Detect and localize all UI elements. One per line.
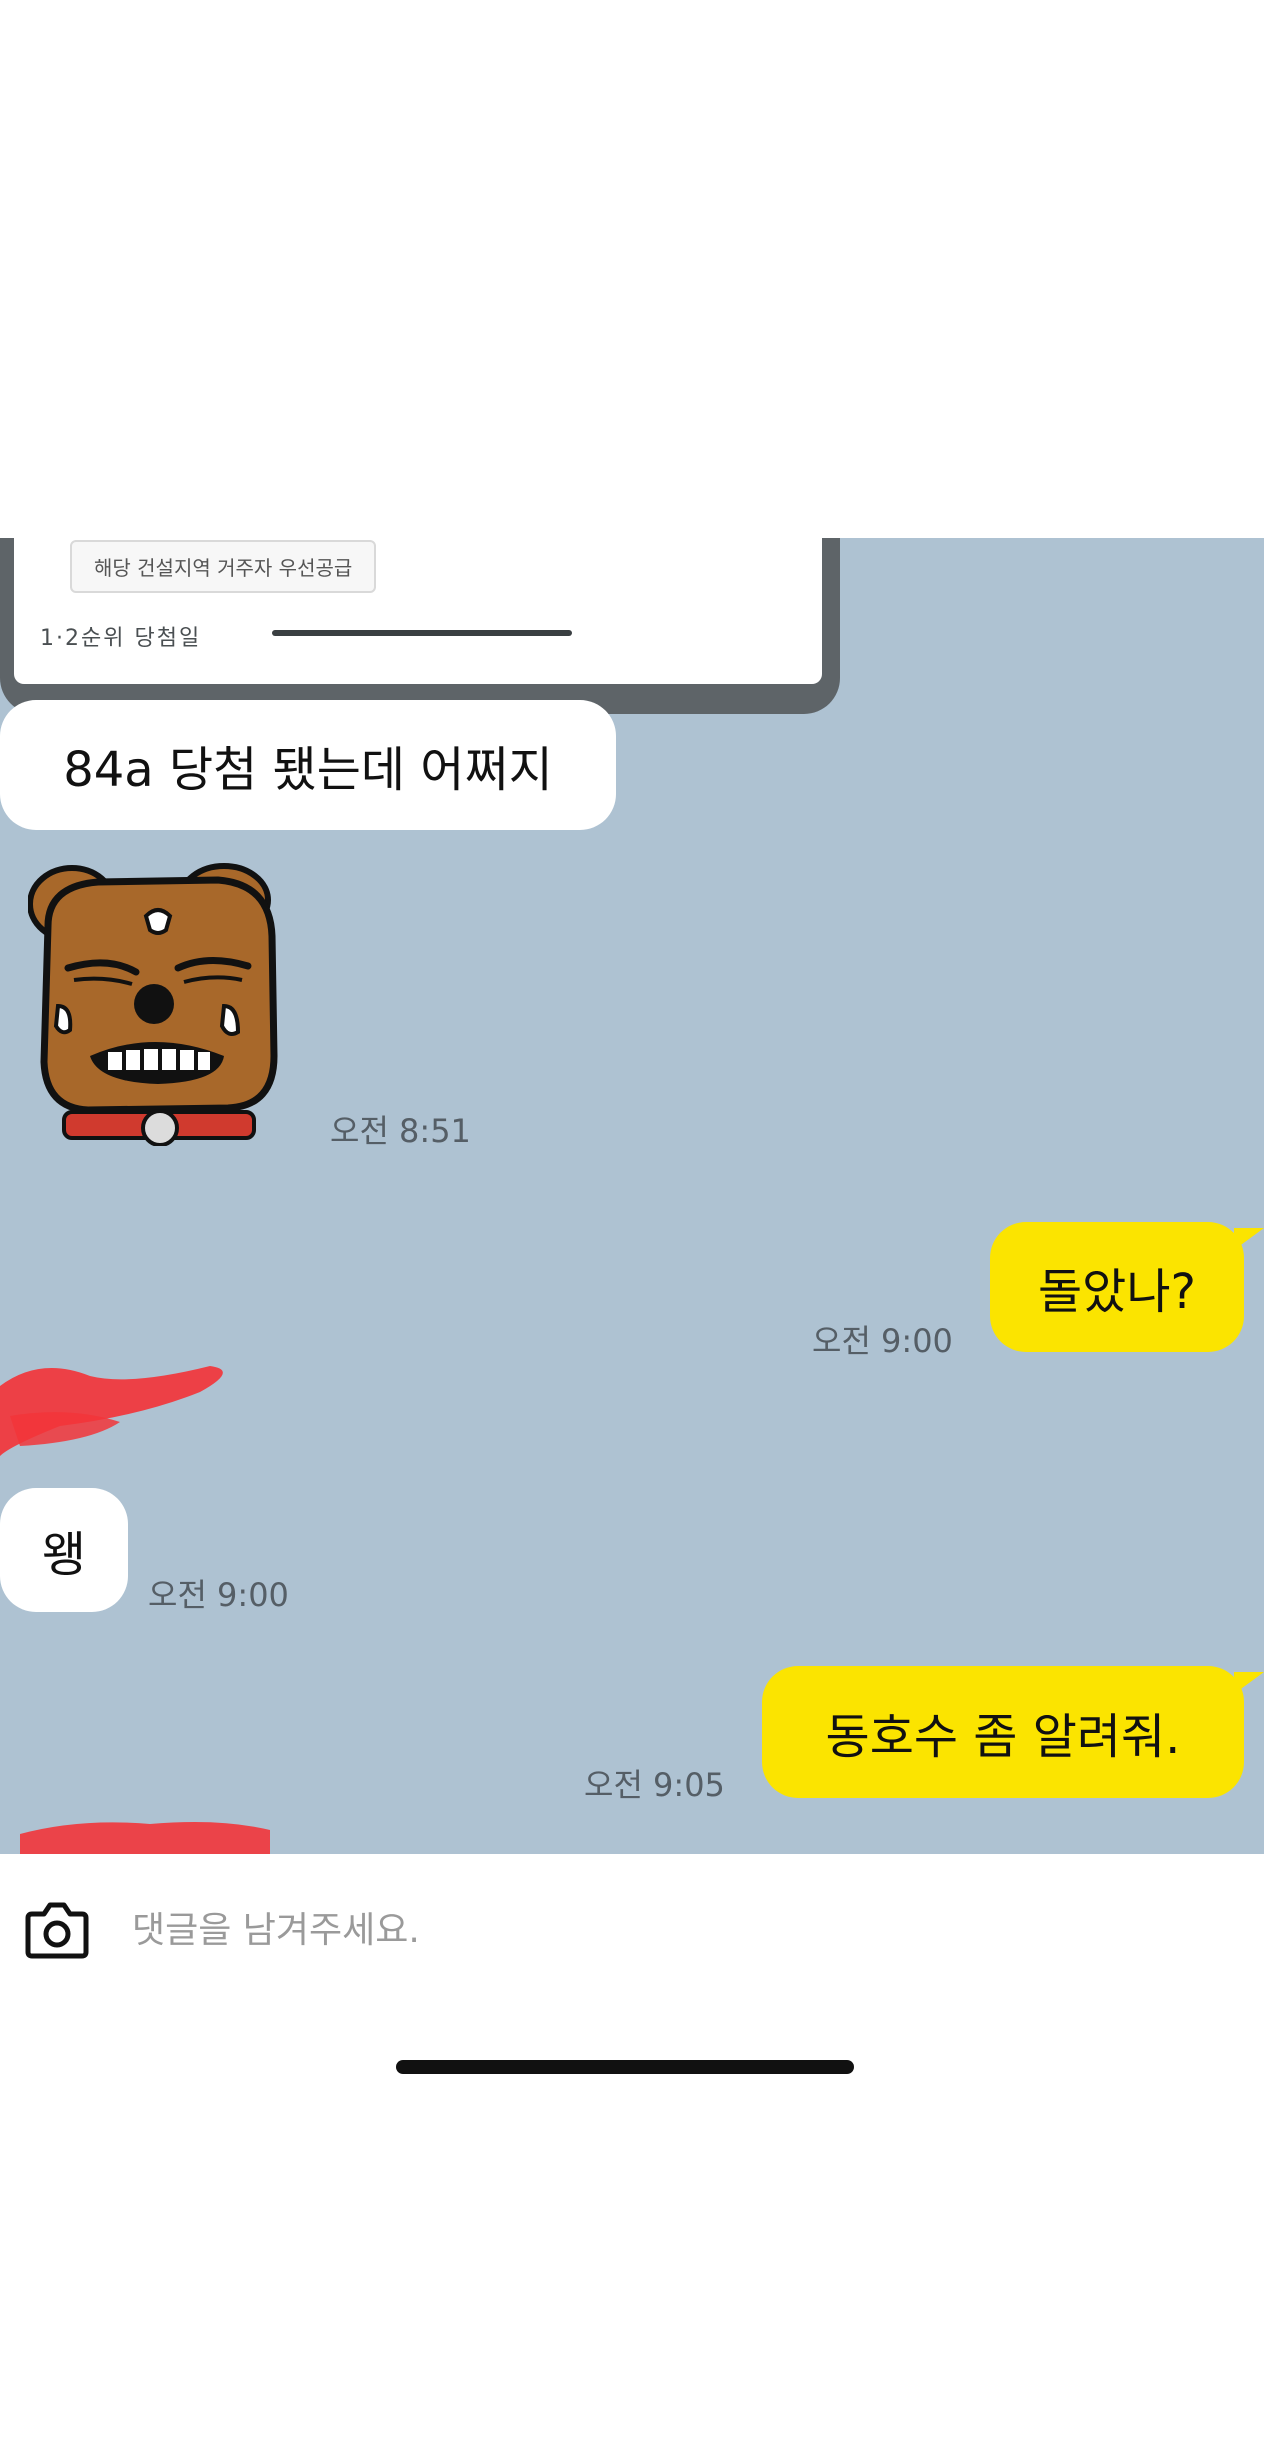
previous-card-tag: 해당 건설지역 거주자 우선공급 xyxy=(70,540,377,593)
message-time: 오전 9:05 xyxy=(584,1766,725,1804)
comment-bar xyxy=(0,1854,1264,2004)
message-time: 오전 8:51 xyxy=(330,1112,471,1150)
camera-icon[interactable] xyxy=(24,1900,90,1960)
redaction-scribble xyxy=(20,1822,270,1854)
previous-card-bar xyxy=(272,630,572,636)
page: 해당 건설지역 거주자 우선공급 1·2순위 당첨일 84a 당첨 됐는데 어쩌… xyxy=(0,0,1264,2452)
previous-card: 해당 건설지역 거주자 우선공급 xyxy=(14,538,822,684)
comment-input[interactable] xyxy=(132,1892,1132,1968)
redaction-scribble xyxy=(0,1366,223,1456)
outgoing-message-bubble: 돌았나? xyxy=(990,1222,1244,1352)
home-indicator[interactable] xyxy=(396,2060,854,2074)
previous-card-frame: 해당 건설지역 거주자 우선공급 1·2순위 당첨일 xyxy=(0,538,840,714)
incoming-message-bubble: 84a 당첨 됐는데 어쩌지 xyxy=(0,700,616,830)
outgoing-bubble-tail xyxy=(1234,1228,1264,1250)
outgoing-message-bubble: 동호수 좀 알려줘. xyxy=(762,1666,1244,1798)
incoming-message-bubble: 왱 xyxy=(0,1488,128,1612)
dog-sticker-icon xyxy=(28,863,278,1146)
previous-card-cut-text: 1·2순위 당첨일 xyxy=(40,626,202,651)
outgoing-bubble-tail xyxy=(1234,1672,1264,1694)
chat-screenshot: 해당 건설지역 거주자 우선공급 1·2순위 당첨일 84a 당첨 됐는데 어쩌… xyxy=(0,538,1264,1854)
message-time: 오전 9:00 xyxy=(812,1322,953,1360)
message-time: 오전 9:00 xyxy=(148,1576,289,1614)
